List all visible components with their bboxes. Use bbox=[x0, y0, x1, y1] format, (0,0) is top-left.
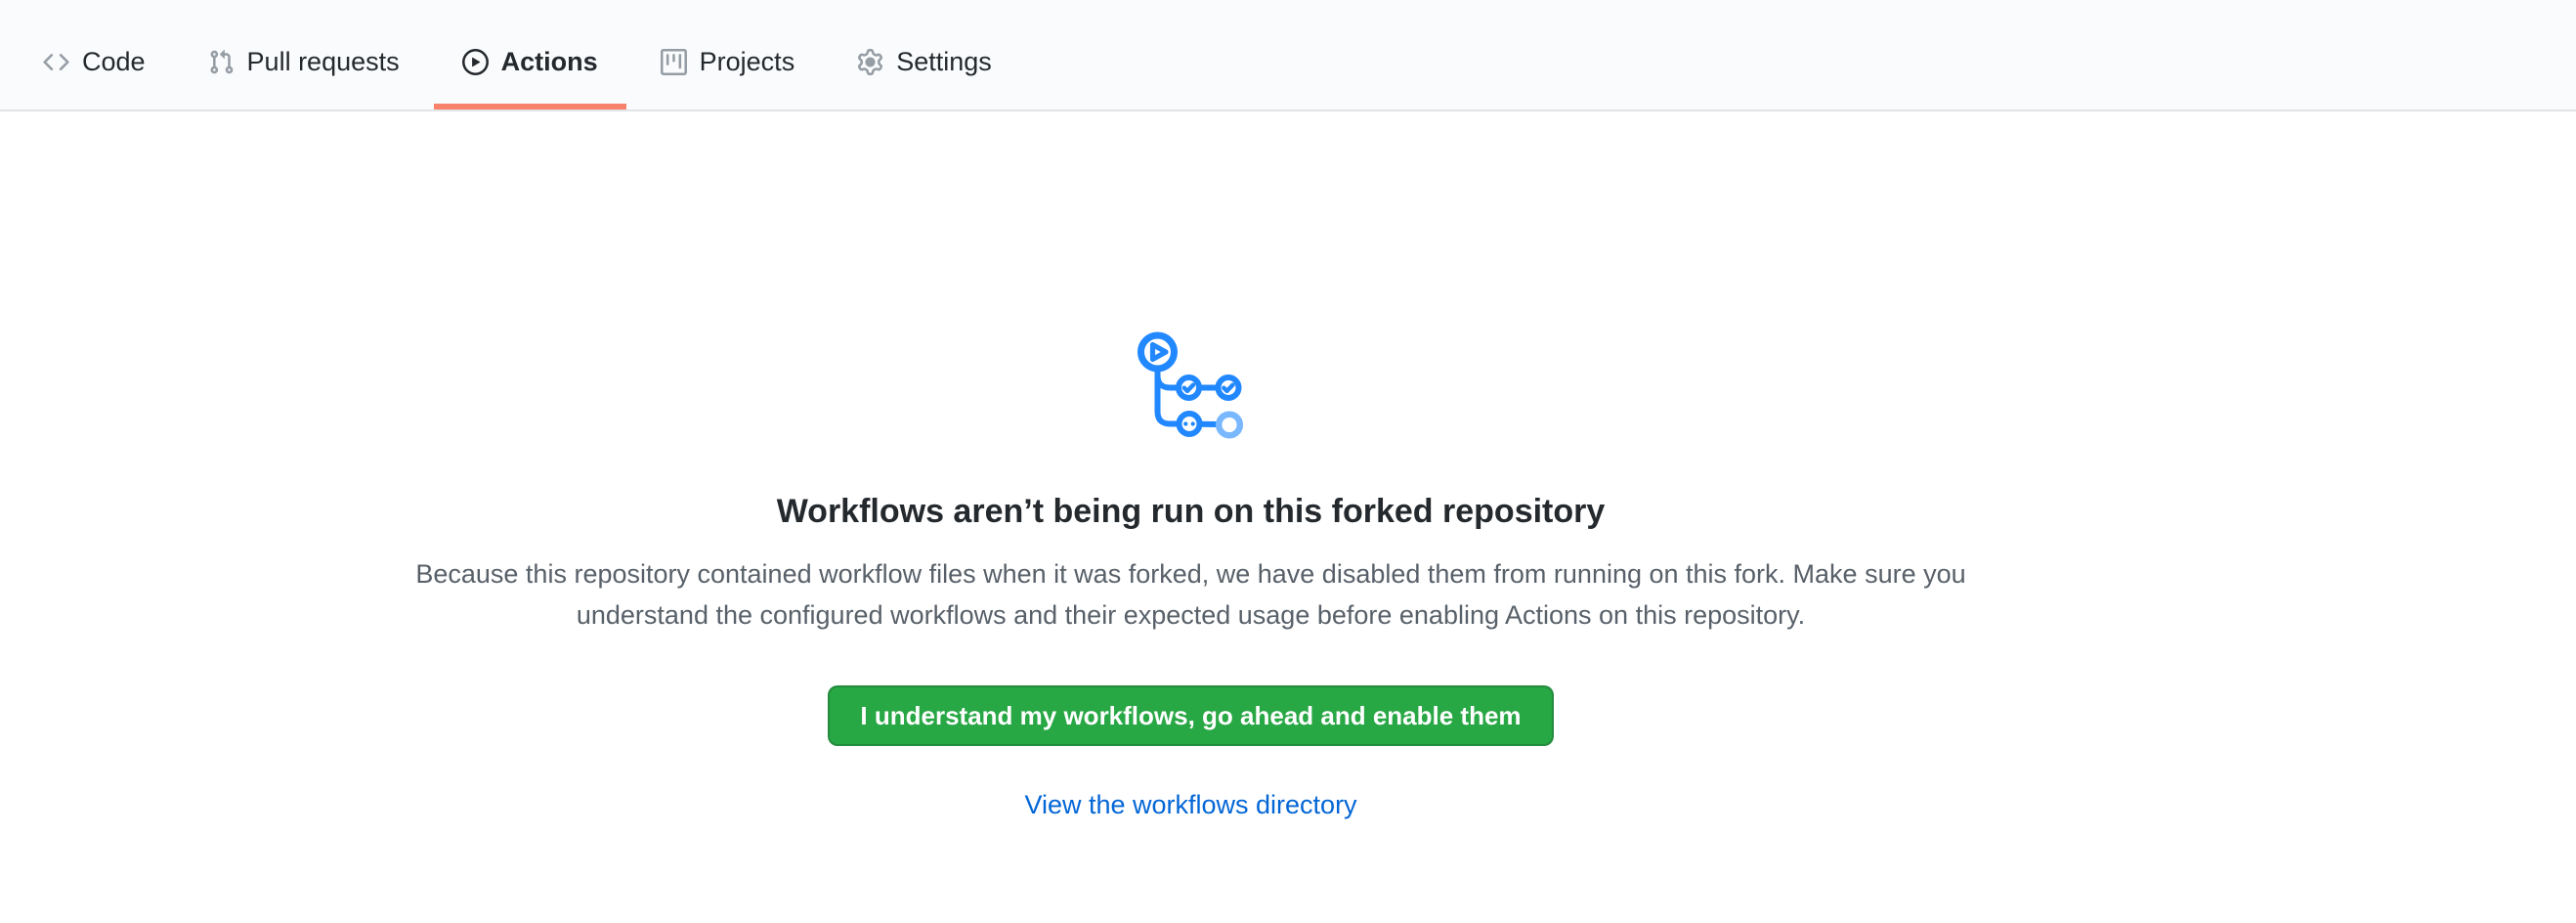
gear-icon bbox=[857, 49, 883, 75]
play-icon bbox=[462, 49, 489, 75]
actions-blankslate: Workflows aren’t being run on this forke… bbox=[0, 111, 2382, 820]
enable-workflows-button[interactable]: I understand my workflows, go ahead and … bbox=[828, 685, 1553, 746]
blankslate-description: Because this repository contained workfl… bbox=[397, 553, 1985, 636]
view-workflows-directory-link[interactable]: View the workflows directory bbox=[1024, 789, 1356, 820]
tab-label: Code bbox=[82, 49, 146, 75]
tab-label: Settings bbox=[896, 49, 992, 75]
tab-pull-requests[interactable]: Pull requests bbox=[180, 0, 428, 110]
code-icon bbox=[43, 49, 69, 75]
workflow-graph-icon bbox=[1137, 331, 1246, 441]
tab-label: Actions bbox=[501, 49, 598, 75]
tab-settings[interactable]: Settings bbox=[829, 0, 1020, 110]
blankslate-title: Workflows aren’t being run on this forke… bbox=[777, 492, 1606, 532]
repo-tab-nav: Code Pull requests Actions Projects Sett… bbox=[0, 0, 2576, 111]
tab-code[interactable]: Code bbox=[15, 0, 174, 110]
tab-label: Projects bbox=[700, 49, 795, 75]
project-icon bbox=[661, 49, 687, 75]
tab-label: Pull requests bbox=[247, 49, 400, 75]
tab-projects[interactable]: Projects bbox=[632, 0, 824, 110]
tab-actions[interactable]: Actions bbox=[434, 0, 626, 110]
git-pull-request-icon bbox=[208, 49, 235, 75]
